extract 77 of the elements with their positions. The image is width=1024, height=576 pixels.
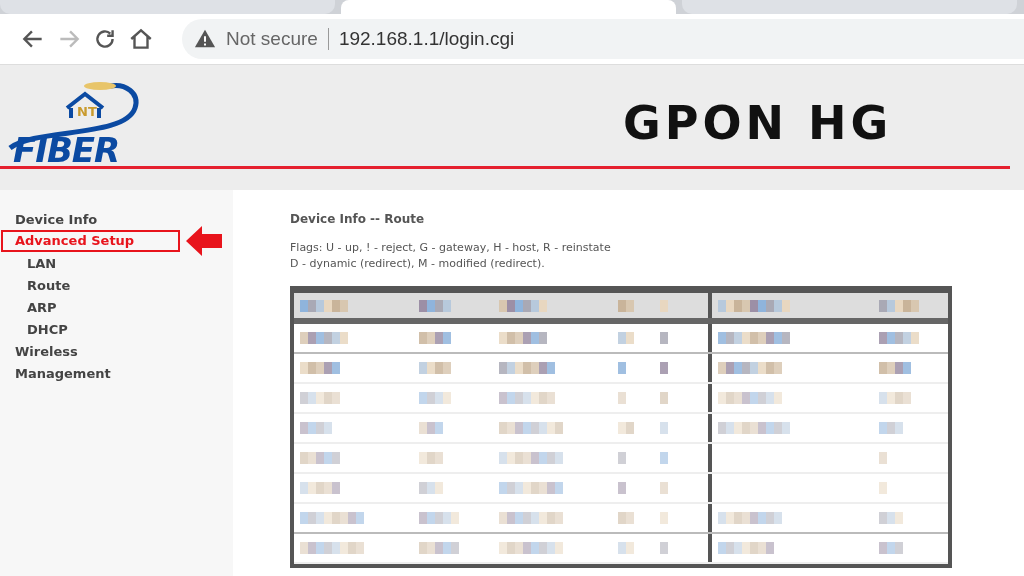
pixelated-text (419, 422, 444, 434)
pixelated-text (498, 362, 555, 374)
menu-item[interactable]: DHCP (27, 321, 68, 337)
pixelated-text (498, 482, 563, 494)
pixelated-text (498, 332, 547, 344)
pixelated-text (879, 362, 912, 374)
pixelated-text (879, 422, 904, 434)
menu-item[interactable]: Management (15, 365, 111, 381)
pixelated-text (659, 452, 668, 464)
pixelated-text (879, 482, 888, 494)
pixelated-text (300, 299, 348, 312)
menu-item[interactable]: Device Info (15, 211, 98, 227)
pixelated-text (419, 299, 452, 312)
pixelated-text (300, 422, 332, 434)
url-text: 192.168.1.1/login.cgi (338, 28, 515, 50)
flags-text: Flags: U - up, ! - reject, G - gateway, H - host, R - reinstate (290, 240, 612, 256)
pixelated-text (498, 299, 547, 312)
pixelated-text (419, 362, 452, 374)
pixelated-text (879, 332, 920, 344)
pointer-arrow-icon (186, 226, 223, 256)
pixelated-text (419, 542, 460, 554)
page-heading: Device Info -- Route (290, 212, 426, 228)
pixelated-text (618, 422, 634, 434)
pixelated-text (618, 452, 626, 464)
pixelated-text (419, 452, 444, 464)
address-bar[interactable]: Not secure 192.168.1.1/login.cgi (182, 19, 1024, 59)
pixelated-text (498, 542, 563, 554)
pixelated-text (419, 512, 460, 524)
pixelated-text (659, 422, 668, 434)
pixelated-text (659, 362, 668, 374)
pixelated-text (300, 452, 340, 464)
pixelated-text (659, 512, 668, 524)
pixelated-text (879, 452, 888, 464)
pixelated-text (419, 332, 452, 344)
pixelated-text (718, 542, 775, 554)
pixelated-text (300, 542, 364, 554)
pixelated-text (300, 512, 364, 524)
pixelated-text (659, 332, 668, 344)
logo-mark: NT (77, 103, 97, 119)
pixelated-text (659, 392, 668, 404)
pixelated-text (659, 299, 668, 312)
menu-item[interactable]: Route (27, 277, 71, 293)
pixelated-text (300, 482, 340, 494)
pixelated-text (879, 392, 912, 404)
pixelated-text (659, 542, 668, 554)
pixelated-text (879, 542, 904, 554)
pixelated-text (498, 392, 555, 404)
pixelated-text (300, 362, 340, 374)
pixelated-text (498, 512, 563, 524)
pixelated-text (300, 332, 348, 344)
pixelated-text (498, 452, 563, 464)
pixelated-text (879, 299, 920, 312)
warning-icon (194, 28, 216, 50)
pixelated-text (419, 392, 452, 404)
pixelated-text (618, 482, 626, 494)
menu-item[interactable]: Wireless (15, 343, 78, 359)
pixelated-text (618, 512, 634, 524)
pixelated-text (618, 332, 634, 344)
pixelated-text (300, 392, 340, 404)
menu-item[interactable]: Advanced Setup (1, 230, 181, 252)
banner-title: GPON HG (623, 95, 893, 150)
menu-item[interactable]: ARP (27, 299, 57, 315)
pixelated-text (618, 362, 626, 374)
pixelated-text (419, 482, 444, 494)
home-icon[interactable] (128, 26, 154, 52)
pixelated-text (618, 299, 634, 312)
pixelated-text (879, 512, 904, 524)
pixelated-text (498, 422, 563, 434)
pixelated-text (618, 542, 634, 554)
pixelated-text (718, 512, 783, 524)
pixelated-text (718, 362, 783, 374)
pixelated-text (718, 392, 783, 404)
security-label[interactable]: Not secure (226, 28, 318, 50)
pixelated-text (618, 392, 626, 404)
menu-item[interactable]: LAN (27, 255, 57, 271)
pixelated-text (659, 482, 668, 494)
flags-text: D - dynamic (redirect), M - modified (redirect). (290, 256, 546, 272)
